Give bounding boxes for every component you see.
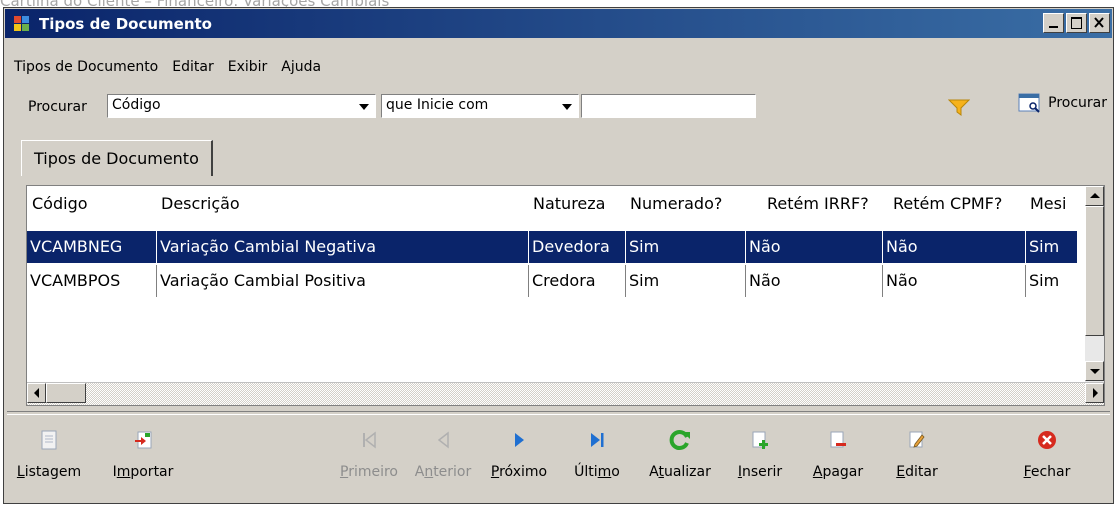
anterior-label: Anterior <box>414 464 472 480</box>
window-title: Tipos de Documento <box>39 15 212 33</box>
editar-label: Editar <box>896 464 938 480</box>
refresh-icon <box>669 430 690 450</box>
column-header-mesi[interactable]: Mesi <box>1030 194 1078 213</box>
primeiro-label: Primeiro <box>339 464 398 480</box>
fechar-button[interactable]: Fechar <box>1014 426 1080 480</box>
action-toolbar: Listagem Importar Primeiro Anterior Próx… <box>4 411 1113 501</box>
horizontal-scroll-thumb[interactable] <box>46 383 86 403</box>
insert-icon <box>752 431 768 449</box>
primeiro-button[interactable]: Primeiro <box>334 426 404 480</box>
search-field-value: Código <box>112 97 161 113</box>
previous-record-icon <box>437 431 449 449</box>
first-record-icon <box>363 431 376 449</box>
edit-icon <box>909 431 925 448</box>
cell-descricao: Variação Cambial Negativa <box>157 231 529 263</box>
search-text-input[interactable] <box>581 94 756 118</box>
search-window-icon <box>1018 93 1040 113</box>
anterior-button[interactable]: Anterior <box>408 426 478 480</box>
close-icon <box>1094 17 1104 28</box>
inserir-button[interactable]: Inserir <box>727 426 793 480</box>
importar-button[interactable]: Importar <box>108 426 178 480</box>
proximo-button[interactable]: Próximo <box>483 426 555 480</box>
column-header-numerado[interactable]: Numerado? <box>630 194 722 213</box>
apagar-label: Apagar <box>812 464 864 480</box>
procurar-button-label: Procurar <box>1048 95 1107 111</box>
cell-mesi: Sim <box>1029 237 1060 256</box>
editar-button[interactable]: Editar <box>884 426 950 480</box>
ultimo-button[interactable]: Último <box>562 426 632 480</box>
menu-ajuda[interactable]: Ajuda <box>281 59 321 75</box>
column-header-codigo[interactable]: Código <box>32 194 88 213</box>
procurar-button[interactable]: Procurar <box>1018 93 1107 113</box>
last-record-icon <box>591 433 604 447</box>
vertical-scroll-thumb[interactable] <box>1085 206 1104 336</box>
cell-mesi: Sim <box>1029 271 1060 290</box>
search-bar: Procurar Código que Inicie com Procurar <box>4 92 1113 122</box>
table-header: Código Descrição Natureza Numerado? Reté… <box>27 186 1104 220</box>
column-header-retem-irrf[interactable]: Retém IRRF? <box>767 194 869 213</box>
search-condition-value: que Inicie com <box>386 97 489 113</box>
column-header-descricao[interactable]: Descrição <box>161 194 240 213</box>
search-condition-select[interactable]: que Inicie com <box>381 94 579 118</box>
chevron-down-icon <box>562 104 572 110</box>
horizontal-scrollbar[interactable] <box>27 382 1104 405</box>
search-field-select[interactable]: Código <box>107 94 376 118</box>
cell-numerado: Sim <box>626 265 746 297</box>
cell-retem-irrf: Não <box>746 231 883 263</box>
tipos-documento-window: Tipos de Documento Tipos de Documento Ed… <box>3 7 1114 504</box>
cell-codigo: VCAMBNEG <box>27 231 157 263</box>
tab-tipos-documento[interactable]: Tipos de Documento <box>21 140 213 176</box>
column-header-retem-cpmf[interactable]: Retém CPMF? <box>893 194 1002 213</box>
menu-editar[interactable]: Editar <box>172 59 213 75</box>
menu-exibir[interactable]: Exibir <box>228 59 268 75</box>
listagem-label: Listagem <box>16 464 82 480</box>
vertical-scrollbar[interactable] <box>1085 186 1104 383</box>
listagem-button[interactable]: Listagem <box>14 426 84 480</box>
scroll-right-button[interactable] <box>1085 383 1104 403</box>
document-list-icon <box>41 430 57 450</box>
minimize-button[interactable] <box>1043 13 1064 33</box>
inserir-label: Inserir <box>737 464 783 480</box>
fechar-label: Fechar <box>1023 464 1071 480</box>
scroll-up-button[interactable] <box>1085 186 1104 206</box>
scroll-left-button[interactable] <box>27 383 46 403</box>
delete-icon <box>830 431 846 448</box>
cell-retem-cpmf: Não <box>883 231 1026 263</box>
proximo-label: Próximo <box>490 464 548 480</box>
close-window-button[interactable] <box>1089 13 1110 33</box>
cell-retem-irrf: Não <box>746 265 883 297</box>
table-row[interactable]: VCAMBPOS Variação Cambial Positiva Credo… <box>27 265 1077 297</box>
atualizar-button[interactable]: Atualizar <box>640 426 720 480</box>
cell-natureza: Credora <box>529 265 626 297</box>
cell-natureza: Devedora <box>529 231 626 263</box>
cell-retem-cpmf: Não <box>883 265 1026 297</box>
import-icon <box>135 431 152 449</box>
scroll-down-button[interactable] <box>1085 361 1104 381</box>
apagar-button[interactable]: Apagar <box>803 426 873 480</box>
atualizar-label: Atualizar <box>649 464 711 480</box>
table-row[interactable]: VCAMBNEG Variação Cambial Negativa Deved… <box>27 231 1077 263</box>
column-header-natureza[interactable]: Natureza <box>533 194 605 213</box>
title-bar[interactable]: Tipos de Documento <box>5 9 1112 38</box>
search-label: Procurar <box>28 99 87 115</box>
maximize-button[interactable] <box>1066 13 1087 33</box>
close-circle-icon <box>1038 431 1056 449</box>
app-icon <box>14 16 30 32</box>
ultimo-label: Último <box>574 464 620 480</box>
importar-label: Importar <box>112 464 174 480</box>
next-record-icon <box>515 433 524 447</box>
cell-descricao: Variação Cambial Positiva <box>157 265 529 297</box>
chevron-down-icon <box>359 104 369 110</box>
menu-tipos-documento[interactable]: Tipos de Documento <box>14 59 158 75</box>
cell-codigo: VCAMBPOS <box>27 265 157 297</box>
documents-table: Código Descrição Natureza Numerado? Reté… <box>26 185 1105 406</box>
cell-numerado: Sim <box>626 231 746 263</box>
menu-bar: Tipos de Documento Editar Exibir Ajuda <box>14 59 321 75</box>
filter-icon[interactable] <box>947 98 971 120</box>
